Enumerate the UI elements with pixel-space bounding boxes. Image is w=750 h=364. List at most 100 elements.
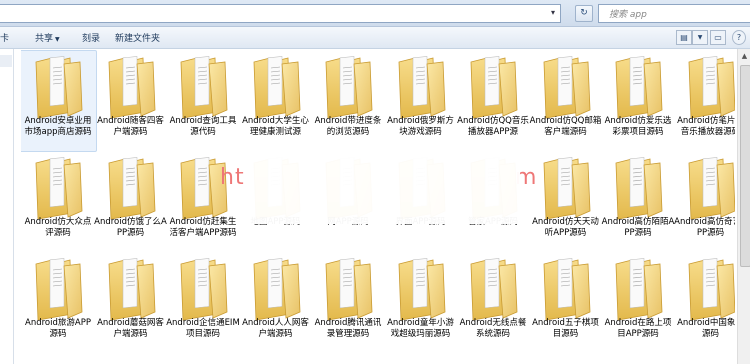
folder-icon-wrap <box>465 256 521 322</box>
folder-icon <box>108 258 155 321</box>
share-button[interactable]: 共享 ▼ <box>35 31 60 44</box>
scroll-up-icon[interactable]: ▲ <box>738 49 750 63</box>
folder-icon-wrap <box>103 256 159 322</box>
watermark-left: ht <box>220 165 245 190</box>
folder-item[interactable]: Android俄罗斯方块游戏源码 <box>384 50 458 150</box>
folder-item[interactable]: Android仿大众点评源码 <box>21 151 95 251</box>
scrollbar-thumb[interactable] <box>740 65 750 267</box>
folder-icon-wrap <box>538 54 594 120</box>
folder-icon-wrap <box>175 256 231 322</box>
folder-icon <box>253 56 300 119</box>
folder-item[interactable]: Android仿天天动听APP源码 <box>529 151 603 251</box>
folder-icon <box>543 56 590 119</box>
folder-item[interactable]: Android在路上项目APP源码 <box>601 252 675 352</box>
folder-item[interactable]: Android旅游APP源码 <box>21 252 95 352</box>
folder-item[interactable]: Android仿QQ音乐播放器APP源 <box>456 50 530 150</box>
folder-icon-wrap <box>538 256 594 322</box>
folder-label: Android带进度条的浏览源码 <box>314 116 382 137</box>
view-options-icon[interactable]: ▤ <box>676 30 692 45</box>
folder-label: Android高仿奇艺APP源码 <box>674 217 735 238</box>
folder-label: Android企信通EIM项目源码 <box>166 318 240 339</box>
folder-item[interactable]: Android五子棋项目源码 <box>529 252 603 352</box>
folder-icon <box>543 157 590 220</box>
preview-pane-icon[interactable]: ▭ <box>710 30 726 45</box>
folder-icon <box>470 258 518 321</box>
folder-item[interactable]: Android带进度条的浏览源码 <box>311 50 385 150</box>
folder-item[interactable]: Android仿爱乐选彩票项目源码 <box>601 50 675 150</box>
folder-item[interactable]: Android中国象棋源码 <box>674 252 735 352</box>
folder-icon <box>543 258 590 321</box>
folder-label: Android中国象棋源码 <box>677 318 735 339</box>
folder-item[interactable]: Android企信通EIM项目源码 <box>166 252 240 352</box>
obscured-region <box>250 144 520 224</box>
folder-icon-wrap <box>610 155 666 221</box>
folder-label: Android仿QQ邮箱客户端源码 <box>529 116 602 137</box>
folder-label: Android俄罗斯方块游戏源码 <box>387 116 454 137</box>
folder-item[interactable]: Android高仿陌陌APP源码 <box>601 151 675 251</box>
folder-icon <box>180 258 228 321</box>
folder-label: Android仿天天动听APP源码 <box>532 217 599 238</box>
folder-label: Android在路上项目APP源码 <box>604 318 672 339</box>
search-placeholder: 搜索 app <box>609 10 647 20</box>
folder-label: Android人人网客户端源码 <box>242 318 309 339</box>
address-bar[interactable]: ▾ <box>0 4 561 23</box>
toolbar-item-0[interactable]: 卡 <box>0 31 9 44</box>
refresh-button[interactable]: ↻ <box>575 5 593 22</box>
new-folder-button[interactable]: 新建文件夹 <box>115 31 160 44</box>
folder-item[interactable]: Android童年小游戏超级玛丽源码 <box>384 252 458 352</box>
folder-icon <box>108 56 155 119</box>
folder-icon-wrap <box>393 256 449 322</box>
folder-icon <box>253 258 300 321</box>
folder-label: Android五子棋项目源码 <box>532 318 599 339</box>
folder-icon-wrap <box>320 54 376 120</box>
folder-icon <box>615 56 663 119</box>
folder-icon <box>615 258 663 321</box>
folder-item[interactable]: Android蘑菇网客户端源码 <box>94 252 168 352</box>
folder-icon-wrap <box>30 54 86 120</box>
folder-label: Android安卓业用市场app商店源码 <box>24 116 92 137</box>
folder-label: Android随客四客户端源码 <box>97 116 164 137</box>
navigation-pane-selection <box>0 55 12 67</box>
burn-button[interactable]: 刻录 <box>82 31 100 44</box>
folder-icon <box>688 258 735 321</box>
address-dropdown-icon[interactable]: ▾ <box>548 7 558 19</box>
folder-item[interactable]: Android仿笔片机音乐播放器源码 <box>674 50 735 150</box>
folder-item[interactable]: Android无线点餐系统源码 <box>456 252 530 352</box>
view-dropdown-icon[interactable]: ▼ <box>692 30 708 45</box>
folder-label: Android仿大众点评源码 <box>24 217 92 238</box>
share-label: 共享 <box>35 34 54 44</box>
folder-icon <box>325 258 373 321</box>
folder-icon <box>398 258 445 321</box>
folder-item[interactable]: Android高仿奇艺APP源码 <box>674 151 736 251</box>
folder-icon-wrap <box>30 256 86 322</box>
folder-item[interactable]: Android查询工具源代码 <box>166 50 240 150</box>
folder-item[interactable]: Android随客四客户端源码 <box>94 50 168 150</box>
folder-label: Android童年小游戏超级玛丽源码 <box>387 318 454 339</box>
folder-icon <box>108 157 155 220</box>
folder-label: Android仿QQ音乐播放器APP源 <box>457 116 529 137</box>
folder-icon-wrap <box>683 155 736 221</box>
folder-icon-wrap <box>248 54 304 120</box>
folder-label: Android仿笔片机音乐播放器源码 <box>677 116 735 137</box>
folder-icon-wrap <box>610 54 666 120</box>
folder-label: Android大学生心理健康测试源 <box>242 116 309 137</box>
folder-icon <box>470 56 518 119</box>
search-input[interactable]: 搜索 app <box>598 4 750 23</box>
folder-icon-wrap <box>103 155 159 221</box>
folder-icon-wrap <box>320 256 376 322</box>
vertical-scrollbar[interactable]: ▲ <box>737 49 750 364</box>
folder-icon-wrap <box>465 54 521 120</box>
navigation-pane[interactable] <box>0 49 14 364</box>
folder-icon <box>615 157 663 220</box>
help-icon[interactable]: ? <box>732 30 746 45</box>
folder-item[interactable]: Android仿QQ邮箱客户端源码 <box>529 50 603 150</box>
folder-icon <box>688 56 735 119</box>
folder-item[interactable]: Android大学生心理健康测试源 <box>239 50 313 150</box>
folder-label: Android仿爱乐选彩票项目源码 <box>604 116 672 137</box>
chevron-down-icon: ▼ <box>55 36 60 43</box>
folder-item[interactable]: Android人人网客户端源码 <box>239 252 313 352</box>
folder-item[interactable]: Android安卓业用市场app商店源码 <box>21 50 97 152</box>
folder-item[interactable]: Android腾讯通讯录管理源码 <box>311 252 385 352</box>
folder-item[interactable]: Android仿饿了么APP源码 <box>94 151 168 251</box>
folder-label: Android腾讯通讯录管理源码 <box>314 318 382 339</box>
